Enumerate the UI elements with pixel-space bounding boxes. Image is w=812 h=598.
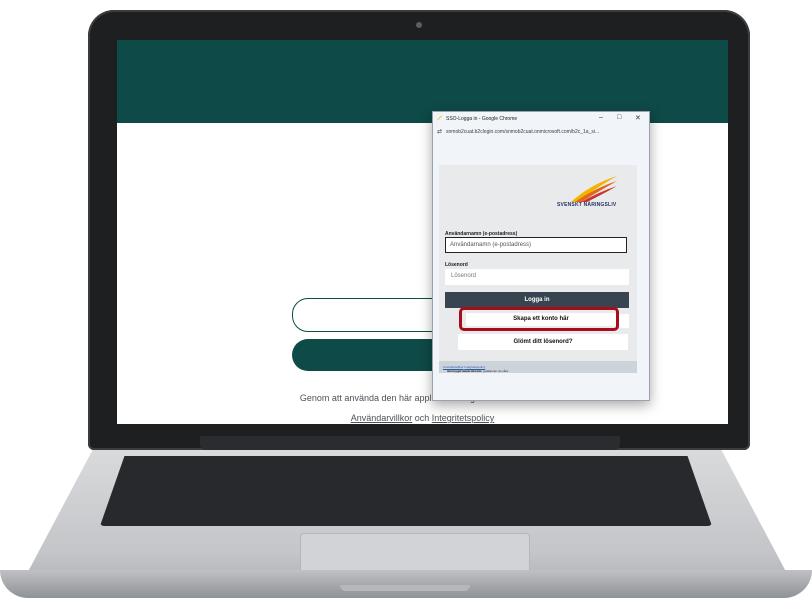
svenskt-naringsliv-logo-icon	[571, 176, 617, 202]
swoosh-favicon-icon	[437, 115, 443, 121]
popup-window-title: SSO-Logga in - Google Chrome	[446, 116, 518, 122]
login-panel: SVENSKT NÄRINGSLIV Användarnamn (e-posta…	[439, 165, 637, 373]
popup-titlebar: SSO-Logga in - Google Chrome – □ ✕	[433, 112, 649, 126]
username-input[interactable]: Användarnamn (e-postadress)	[445, 237, 627, 253]
privacy-link[interactable]: Integritetspolicy	[432, 413, 495, 423]
maximize-button[interactable]: □	[617, 114, 621, 121]
login-button[interactable]: Logga in	[445, 292, 629, 308]
laptop-hinge	[200, 436, 620, 450]
laptop-front-edge	[0, 570, 812, 598]
popup-urlbar: ⇄ snmob2cuat.b2clogin.com/snmob2cuat.onm…	[433, 126, 649, 138]
popup-url: snmob2cuat.b2clogin.com/snmob2cuat.onmic…	[446, 129, 600, 135]
footer-middle: och trygger att du läst vår	[447, 369, 481, 373]
terms-link[interactable]: Användarvillkor	[351, 413, 413, 423]
keyboard	[100, 456, 712, 526]
laptop-screen: → Genom att använda den här applikatione…	[117, 40, 728, 424]
terms-and-text: och	[414, 413, 430, 423]
minimize-button[interactable]: –	[599, 114, 603, 121]
create-button-edge	[619, 314, 629, 328]
forgot-password-button[interactable]: Glömt ditt lösenord?	[458, 334, 628, 350]
site-settings-icon[interactable]: ⇄	[437, 128, 442, 135]
password-input[interactable]: Lösenord	[445, 269, 629, 285]
brand-name: SVENSKT NÄRINGSLIV	[557, 202, 617, 208]
close-button[interactable]: ✕	[635, 114, 641, 122]
create-account-highlight	[459, 307, 619, 331]
sso-login-popup: SSO-Logga in - Google Chrome – □ ✕ ⇄ snm…	[432, 111, 650, 401]
password-label: Lösenord	[445, 262, 468, 268]
webcam	[416, 22, 422, 28]
laptop-notch	[340, 585, 470, 591]
touchpad	[300, 533, 530, 575]
popup-footer: Genom att skapa ett konto godkänner du v…	[439, 361, 637, 373]
